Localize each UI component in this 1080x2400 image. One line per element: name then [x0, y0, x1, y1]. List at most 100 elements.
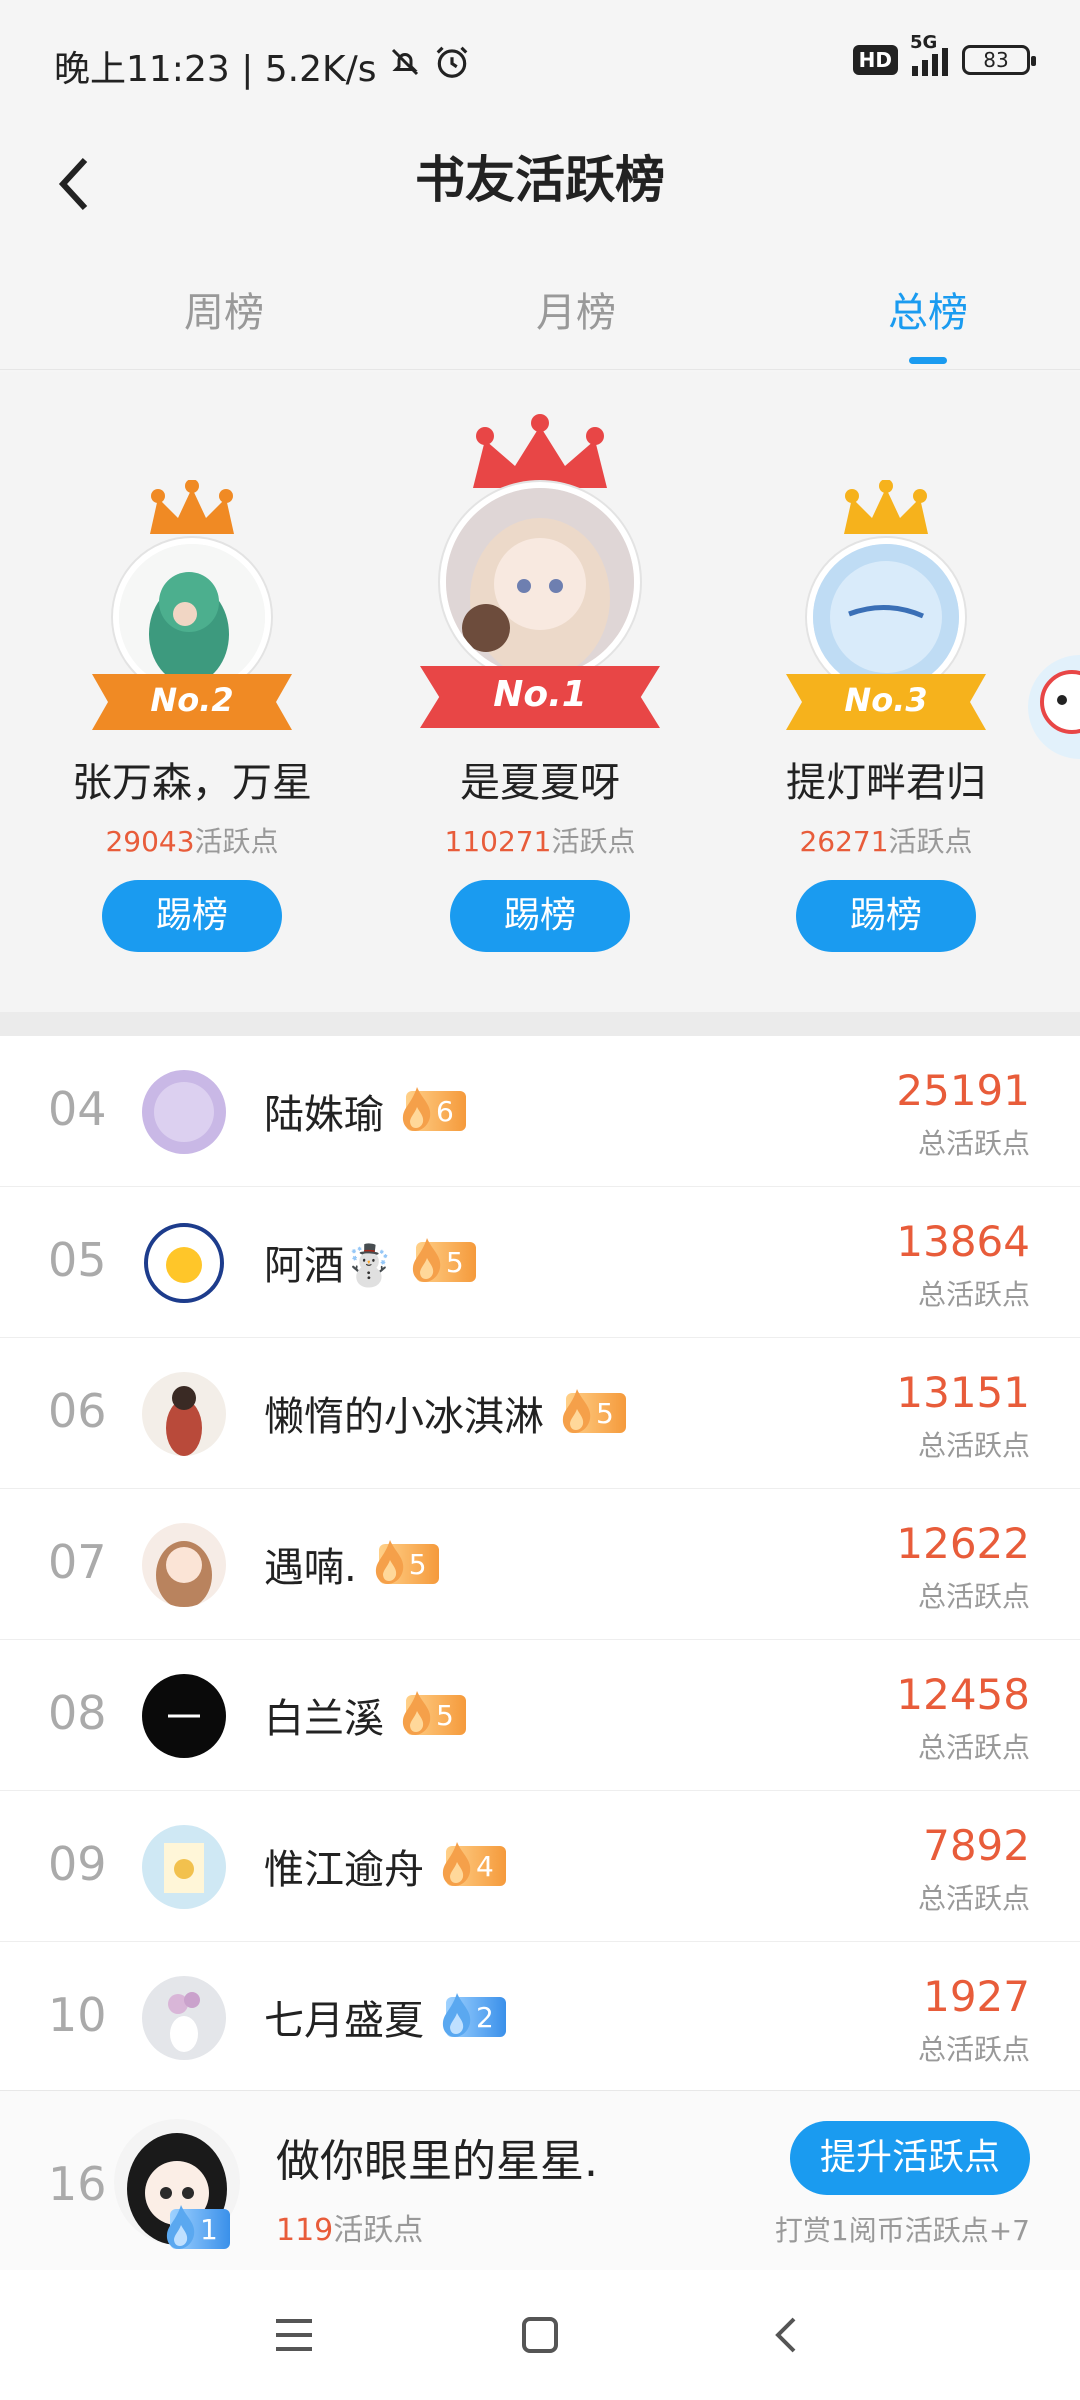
level-badge: 1: [166, 2205, 230, 2249]
tab-active-indicator: [909, 357, 947, 364]
level-badge: 5: [402, 1691, 466, 1735]
score-label: 总活跃点: [917, 1882, 1030, 1915]
avatar[interactable]: [142, 1976, 226, 2060]
menu-button[interactable]: [254, 2300, 334, 2370]
podium-second: No.2 张万森，万星 29043活跃点 踢榜: [22, 372, 362, 1012]
rank-number: 08: [48, 1686, 107, 1740]
score-label: 总活跃点: [917, 2033, 1030, 2066]
bell-off-icon: [387, 44, 423, 89]
battery-icon: 83: [962, 45, 1036, 75]
score-label: 总活跃点: [917, 1278, 1030, 1311]
score-label: 总活跃点: [917, 1127, 1030, 1160]
podium-third: No.3 提灯畔君归 26271活跃点 踢榜: [716, 372, 1056, 1012]
score-value: 1927: [923, 1972, 1030, 2021]
my-name: 做你眼里的星星.: [276, 2136, 598, 2187]
score-value: 13864: [896, 1217, 1030, 1266]
my-rank-bar: 16 1 做你眼里的星星. 119活跃点 提升活跃点 打赏1阅币活跃点+7: [0, 2090, 1080, 2270]
kick-button[interactable]: 踢榜: [102, 880, 282, 952]
rank-number: 06: [48, 1384, 107, 1438]
rank-badge: No.1: [420, 666, 660, 728]
list-item[interactable]: 09 惟江逾舟 4 7892 总活跃点: [0, 1791, 1080, 1942]
score-value: 12622: [896, 1519, 1030, 1568]
tab-monthly[interactable]: 月榜: [476, 280, 676, 338]
status-time: 晚上11:23 | 5.2K/s: [54, 49, 377, 90]
tab-bar: 周榜 月榜 总榜: [0, 260, 1080, 370]
avatar[interactable]: [142, 1825, 226, 1909]
podium-first: No.1 是夏夏呀 110271活跃点 踢榜: [370, 372, 710, 1012]
rank-number: 05: [48, 1233, 107, 1287]
podium-name: 提灯畔君归: [786, 760, 986, 806]
list-item[interactable]: 05 阿酒☃️ 5 13864 总活跃点: [0, 1187, 1080, 1338]
status-bar: 晚上11:23 | 5.2K/s HD 5G 83: [0, 0, 1080, 130]
user-name: 懒惰的小冰淇淋: [264, 1394, 544, 1440]
menu-icon: [276, 2319, 312, 2351]
list-item[interactable]: 10 七月盛夏 2 1927 总活跃点: [0, 1942, 1080, 2093]
fire-icon: [442, 1993, 471, 2037]
fire-icon: [166, 2205, 195, 2249]
section-divider: [0, 1012, 1080, 1036]
page-header: 书友活跃榜: [0, 130, 1080, 250]
podium-name: 张万森，万星: [72, 760, 312, 806]
boost-tip: 打赏1阅币活跃点+7: [774, 2214, 1030, 2247]
avatar[interactable]: [142, 1523, 226, 1607]
top-three-podium: No.2 张万森，万星 29043活跃点 踢榜 No.1 是夏夏呀 110271…: [0, 372, 1080, 1012]
crown-icon: [844, 480, 928, 534]
back-triangle-icon: [775, 2317, 796, 2353]
boost-activity-button[interactable]: 提升活跃点: [790, 2121, 1030, 2195]
score-value: 13151: [896, 1368, 1030, 1417]
avatar[interactable]: [440, 482, 640, 682]
my-rank-number: 16: [48, 2157, 107, 2211]
level-badge: 6: [402, 1087, 466, 1131]
level-badge: 2: [442, 1993, 506, 2037]
kick-button[interactable]: 踢榜: [796, 880, 976, 952]
crown-icon: [150, 480, 234, 534]
rank-number: 07: [48, 1535, 107, 1589]
score-value: 12458: [896, 1670, 1030, 1719]
rank-list: 04 陆姝瑜 6 25191 总活跃点 05 阿酒☃️ 5 13864 总活跃点…: [0, 1036, 1080, 2093]
system-nav-bar: [0, 2270, 1080, 2400]
podium-points: 110271活跃点: [444, 825, 636, 858]
my-points: 119活跃点: [276, 2213, 424, 2248]
user-name: 七月盛夏: [264, 1998, 424, 2044]
avatar[interactable]: [807, 538, 965, 696]
fire-icon: [375, 1540, 403, 1584]
page-title: 书友活跃榜: [415, 151, 665, 209]
avatar[interactable]: [142, 1221, 226, 1305]
user-name: 遇喃.: [264, 1545, 357, 1591]
floating-mascot-icon[interactable]: [1010, 642, 1080, 772]
avatar[interactable]: [113, 538, 271, 696]
avatar[interactable]: [142, 1674, 226, 1758]
avatar[interactable]: [142, 1070, 226, 1154]
user-name: 阿酒☃️: [264, 1243, 394, 1289]
user-name: 惟江逾舟: [264, 1847, 424, 1893]
kick-button[interactable]: 踢榜: [450, 880, 630, 952]
fire-icon: [412, 1238, 441, 1282]
rank-badge: No.3: [786, 674, 986, 730]
rank-number: 10: [48, 1988, 107, 2042]
user-name: 陆姝瑜: [264, 1092, 384, 1138]
fire-icon: [562, 1389, 591, 1433]
home-button[interactable]: [500, 2300, 580, 2370]
list-item[interactable]: 07 遇喃. 5 12622 总活跃点: [0, 1489, 1080, 1640]
podium-name: 是夏夏呀: [460, 760, 620, 806]
rank-number: 04: [48, 1082, 107, 1136]
list-item[interactable]: 08 白兰溪 5 12458 总活跃点: [0, 1640, 1080, 1791]
system-back-button[interactable]: [746, 2300, 826, 2370]
level-badge: 4: [442, 1842, 506, 1886]
level-badge: 5: [562, 1389, 626, 1433]
score-value: 25191: [896, 1066, 1030, 1115]
list-item[interactable]: 04 陆姝瑜 6 25191 总活跃点: [0, 1036, 1080, 1187]
tab-total[interactable]: 总榜: [828, 280, 1028, 338]
user-name: 白兰溪: [264, 1696, 384, 1742]
hd-icon: HD: [852, 45, 898, 75]
level-badge: 5: [412, 1238, 476, 1282]
level-badge: 5: [375, 1540, 439, 1584]
tab-weekly[interactable]: 周榜: [124, 280, 324, 338]
score-value: 7892: [923, 1821, 1030, 1870]
avatar[interactable]: [142, 1372, 226, 1456]
fire-icon: [402, 1087, 431, 1131]
score-label: 总活跃点: [917, 1731, 1030, 1764]
score-label: 总活跃点: [917, 1429, 1030, 1462]
square-home-icon: [522, 2317, 558, 2353]
list-item[interactable]: 06 懒惰的小冰淇淋 5 13151 总活跃点: [0, 1338, 1080, 1489]
